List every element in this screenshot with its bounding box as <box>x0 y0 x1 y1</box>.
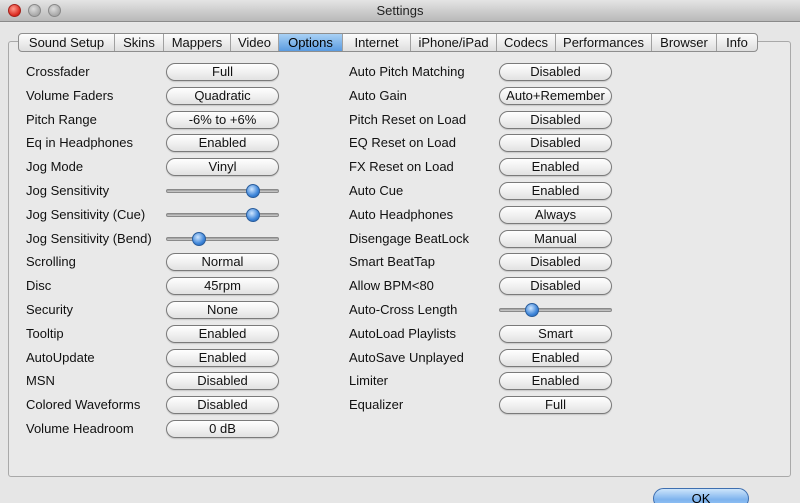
close-window-button[interactable] <box>8 4 21 17</box>
option-button-limiter[interactable]: Enabled <box>499 372 612 391</box>
slider-jog-sensitivity[interactable] <box>166 184 279 198</box>
tab-browser[interactable]: Browser <box>652 34 717 51</box>
option-button-autoload-playlists[interactable]: Smart <box>499 324 612 343</box>
option-label-msn: MSN <box>26 373 55 389</box>
ok-button[interactable]: OK <box>653 488 749 503</box>
tab-sound-setup[interactable]: Sound Setup <box>19 34 115 51</box>
option-label-volume-faders: Volume Faders <box>26 87 114 103</box>
slider-track[interactable] <box>166 189 279 193</box>
option-label-eq-reset-on-load: EQ Reset on Load <box>349 135 456 151</box>
slider-track[interactable] <box>166 212 279 217</box>
tab-bar: Sound Setup Skins Mappers Video Options Inter… <box>18 33 758 52</box>
option-label-auto-gain: Auto Gain <box>349 87 407 103</box>
tab-options[interactable]: Options <box>279 34 343 51</box>
option-button-disc[interactable]: 45rpm <box>166 277 279 296</box>
option-label-autoupdate: AutoUpdate <box>26 349 95 365</box>
option-label-crossfader: Crossfader <box>26 64 90 79</box>
option-button-autoupdate[interactable]: Enabled <box>166 348 279 367</box>
title-bar: Settings <box>0 0 800 22</box>
minimize-window-button[interactable] <box>28 4 41 17</box>
slider-jog-sensitivity-cue[interactable] <box>166 207 279 222</box>
option-label-autosave-unplayed: AutoSave Unplayed <box>349 349 464 365</box>
option-label-jog-sensitivity: Jog Sensitivity <box>26 183 110 198</box>
tab-iphone-ipad[interactable]: iPhone/iPad <box>411 34 497 51</box>
option-button-volume-faders[interactable]: Quadratic <box>166 86 279 105</box>
option-label-equalizer: Equalizer <box>349 397 404 413</box>
option-label-pitch-reset-on-load: Pitch Reset on Load <box>349 111 467 127</box>
option-button-auto-cue[interactable]: Enabled <box>499 182 612 200</box>
tab-performances[interactable]: Performances <box>556 34 652 51</box>
option-button-allow-bpm-80[interactable]: Disabled <box>499 277 612 296</box>
option-label-eq-in-headphones: Eq in Headphones <box>26 135 133 151</box>
tab-mappers[interactable]: Mappers <box>164 34 231 51</box>
option-button-eq-reset-on-load[interactable]: Disabled <box>499 134 612 153</box>
option-label-jog-sensitivity-bend: Jog Sensitivity (Bend) <box>26 230 152 246</box>
option-button-smart-beattap[interactable]: Disabled <box>499 253 612 272</box>
option-label-auto-headphones: Auto Headphones <box>349 206 454 222</box>
option-button-volume-headroom[interactable]: 0 dB <box>166 420 279 438</box>
option-button-scrolling[interactable]: Normal <box>166 253 279 272</box>
option-label-disengage-beatlock: Disengage BeatLock <box>349 230 469 246</box>
window-body: Sound Setup Skins Mappers Video Options Inter… <box>0 23 800 503</box>
option-label-auto-cross-length: Auto-Cross Length <box>349 302 458 317</box>
option-label-colored-waveforms: Colored Waveforms <box>26 397 141 413</box>
slider-knob[interactable] <box>524 303 539 317</box>
option-label-volume-headroom: Volume Headroom <box>26 421 134 436</box>
slider-knob[interactable] <box>246 184 260 198</box>
option-button-disengage-beatlock[interactable]: Manual <box>499 229 612 248</box>
option-label-auto-pitch-matching: Auto Pitch Matching <box>349 64 465 79</box>
option-label-jog-sensitivity-cue: Jog Sensitivity (Cue) <box>26 206 146 222</box>
option-label-pitch-range: Pitch Range <box>26 111 97 127</box>
option-label-allow-bpm-80: Allow BPM<80 <box>349 278 434 294</box>
option-label-autoload-playlists: AutoLoad Playlists <box>349 325 456 341</box>
option-label-tooltip: Tooltip <box>26 325 64 341</box>
option-button-autosave-unplayed[interactable]: Enabled <box>499 348 612 367</box>
option-button-pitch-range[interactable]: -6% to +6% <box>166 110 279 129</box>
window-title: Settings <box>376 3 424 18</box>
option-label-fx-reset-on-load: FX Reset on Load <box>349 159 454 175</box>
option-label-limiter: Limiter <box>349 373 389 389</box>
option-label-security: Security <box>26 302 73 317</box>
option-button-pitch-reset-on-load[interactable]: Disabled <box>499 110 612 129</box>
option-button-colored-waveforms[interactable]: Disabled <box>166 396 279 415</box>
option-button-jog-mode[interactable]: Vinyl <box>166 158 279 177</box>
option-button-tooltip[interactable]: Enabled <box>166 324 279 343</box>
option-button-eq-in-headphones[interactable]: Enabled <box>166 134 279 153</box>
option-button-equalizer[interactable]: Full <box>499 396 612 415</box>
option-label-disc: Disc <box>26 278 52 294</box>
slider-knob[interactable] <box>246 207 260 222</box>
slider-track[interactable] <box>166 236 279 241</box>
option-button-security[interactable]: None <box>166 301 279 319</box>
tab-internet[interactable]: Internet <box>343 34 411 51</box>
option-label-auto-cue: Auto Cue <box>349 183 404 198</box>
slider-track[interactable] <box>499 308 612 312</box>
option-label-jog-mode: Jog Mode <box>26 159 84 175</box>
option-button-crossfader[interactable]: Full <box>166 63 279 81</box>
option-label-scrolling: Scrolling <box>26 254 76 270</box>
tab-skins[interactable]: Skins <box>115 34 164 51</box>
slider-auto-cross-length[interactable] <box>499 303 612 317</box>
tab-codecs[interactable]: Codecs <box>497 34 556 51</box>
tab-video[interactable]: Video <box>231 34 279 51</box>
zoom-window-button[interactable] <box>48 4 61 17</box>
option-label-smart-beattap: Smart BeatTap <box>349 254 435 270</box>
tab-info[interactable]: Info <box>717 34 757 51</box>
slider-knob[interactable] <box>191 231 206 246</box>
option-button-auto-headphones[interactable]: Always <box>499 205 612 224</box>
option-button-fx-reset-on-load[interactable]: Enabled <box>499 158 612 177</box>
slider-jog-sensitivity-bend[interactable] <box>166 231 279 246</box>
option-button-auto-pitch-matching[interactable]: Disabled <box>499 63 612 81</box>
option-button-auto-gain[interactable]: Auto+Remember <box>499 86 612 105</box>
option-button-msn[interactable]: Disabled <box>166 372 279 391</box>
